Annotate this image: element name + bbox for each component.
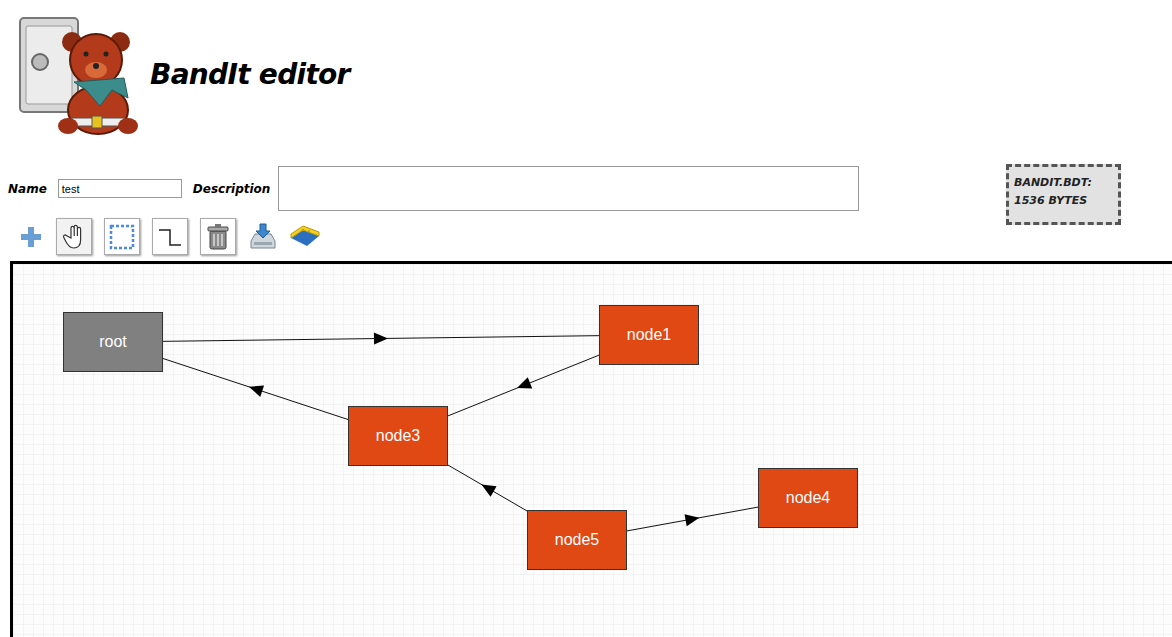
- name-input[interactable]: [58, 179, 182, 198]
- file-info-line: BANDIT.BDT:: [1014, 176, 1113, 190]
- toolbar-button[interactable]: [200, 218, 236, 255]
- arrow-icon: [374, 333, 388, 345]
- name-label: Name: [8, 180, 47, 198]
- node-label: node3: [376, 424, 421, 448]
- toolbar: [0, 218, 1172, 255]
- arrow-icon: [249, 385, 264, 396]
- connector-icon: [157, 224, 183, 250]
- file-info-box: BANDIT.BDT: 1536 BYTES: [1006, 164, 1121, 225]
- toolbar-button[interactable]: [56, 218, 92, 255]
- arrow-icon: [685, 514, 700, 526]
- form-fields: Name Description: [0, 166, 859, 211]
- toolbar-button[interactable]: [152, 218, 188, 255]
- save-icon: [248, 222, 278, 252]
- sponge-icon: [289, 224, 321, 250]
- trash-icon: [205, 223, 231, 251]
- toolbar-button[interactable]: [290, 218, 320, 255]
- toolbar-button[interactable]: [248, 218, 278, 255]
- node-label: node5: [555, 528, 600, 552]
- canvas-grid: [13, 264, 1172, 637]
- header: BandIt editor: [0, 0, 1172, 136]
- logo-icon: [16, 14, 146, 136]
- diagram-node[interactable]: root: [63, 312, 163, 372]
- select-icon: [108, 223, 136, 251]
- diagram-node[interactable]: node1: [599, 305, 699, 365]
- file-info-line: 1536 BYTES: [1014, 194, 1113, 208]
- add-icon: [18, 224, 44, 250]
- description-input[interactable]: [278, 166, 859, 211]
- hand-icon: [63, 224, 85, 250]
- arrow-icon: [481, 484, 496, 496]
- diagram-node[interactable]: node4: [758, 468, 858, 528]
- toolbar-button[interactable]: [104, 218, 140, 255]
- node-label: node4: [786, 486, 831, 510]
- node-label: node1: [627, 323, 672, 347]
- form-row: Name Description BANDIT.BDT: 1536 BYTES: [0, 164, 1172, 218]
- diagram-node[interactable]: node5: [527, 510, 627, 570]
- diagram-canvas[interactable]: root node1 node3 node5 node4: [10, 261, 1172, 637]
- description-label: Description: [193, 180, 271, 198]
- toolbar-button[interactable]: [18, 218, 44, 255]
- arrow-icon: [517, 377, 532, 388]
- app-title: BandIt editor: [150, 54, 350, 96]
- diagram-node[interactable]: node3: [348, 406, 448, 466]
- node-label: root: [99, 330, 127, 354]
